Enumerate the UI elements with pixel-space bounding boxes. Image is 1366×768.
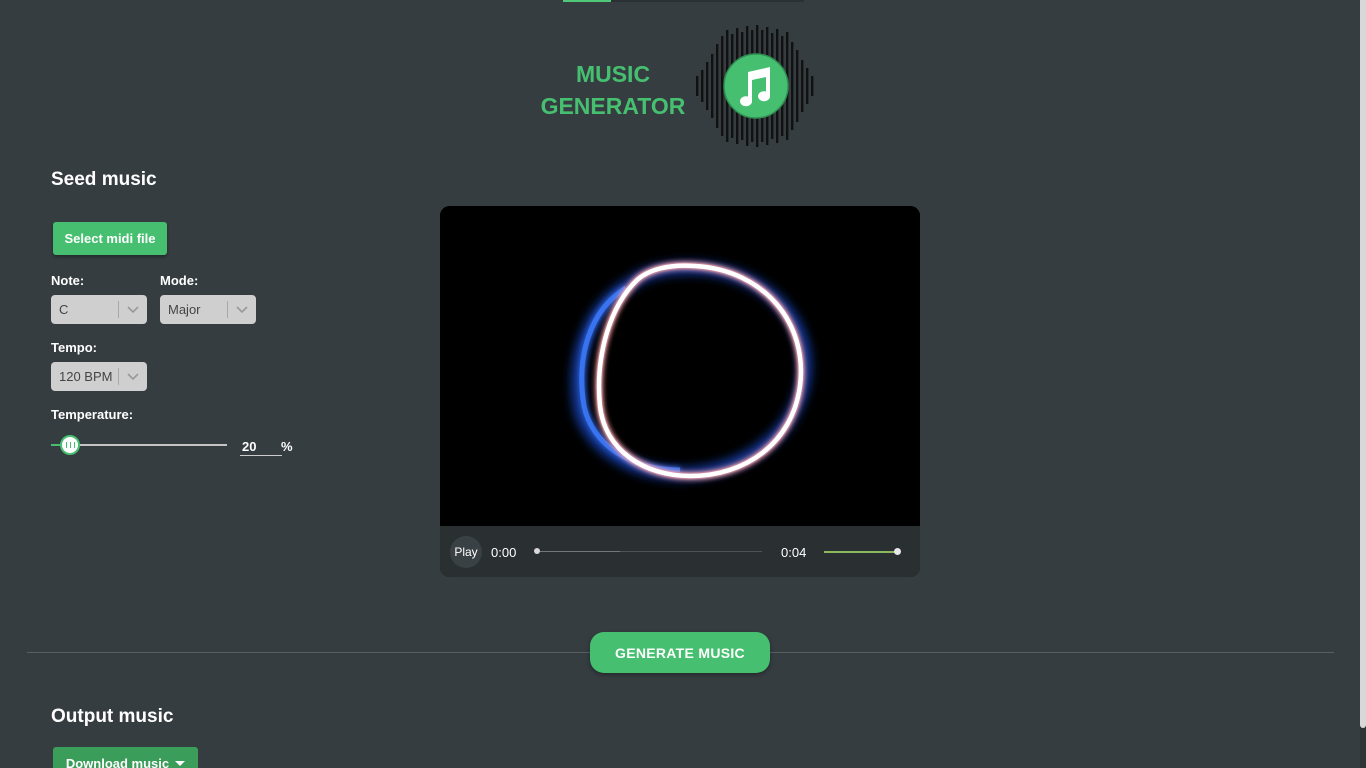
mode-label: Mode: (160, 273, 199, 288)
seed-music-title: Seed music (51, 169, 157, 190)
temperature-unit: % (281, 439, 293, 454)
player-controls: Play 0:00 0:04 (440, 526, 920, 577)
download-music-button[interactable]: Download music (53, 747, 198, 768)
scrollbar-thumb[interactable] (1360, 0, 1366, 728)
scrollbar[interactable] (1360, 0, 1366, 768)
seek-buffer (536, 551, 620, 552)
generate-music-button[interactable]: GENERATE MUSIC (590, 632, 770, 673)
chevron-down-icon (119, 305, 147, 314)
top-tab-strip (563, 0, 804, 2)
grip-icon (65, 442, 75, 448)
volume-thumb[interactable] (894, 548, 901, 555)
volume-slider[interactable] (824, 551, 898, 553)
app-logo-text: MUSIC GENERATOR (528, 58, 698, 122)
seek-bar[interactable] (536, 551, 762, 552)
current-time: 0:00 (491, 545, 517, 560)
seek-thumb[interactable] (534, 548, 540, 554)
tempo-label: Tempo: (51, 340, 97, 355)
audio-visualizer (440, 206, 920, 526)
note-select-value: C (59, 302, 69, 317)
note-select[interactable]: C (51, 295, 147, 324)
select-midi-file-button[interactable]: Select midi file (53, 222, 167, 255)
temperature-label: Temperature: (51, 407, 134, 422)
music-generator-page: MUSIC GENERATOR Seed music Select midi f… (0, 0, 1366, 768)
play-button[interactable]: Play (450, 536, 482, 568)
logo-line-1: MUSIC (575, 61, 651, 87)
note-label: Note: (51, 273, 85, 288)
tempo-select[interactable]: 120 BPM (51, 362, 147, 391)
chevron-down-icon (228, 305, 256, 314)
caret-down-icon (175, 760, 186, 766)
duration-time: 0:04 (781, 545, 807, 560)
temperature-slider-thumb[interactable] (60, 435, 80, 455)
output-music-title: Output music (51, 706, 174, 727)
audio-visualizer-player: Play 0:00 0:04 (440, 206, 920, 577)
chevron-down-icon (119, 372, 147, 381)
tempo-select-value: 120 BPM (59, 369, 113, 384)
temperature-input[interactable] (240, 437, 282, 456)
download-music-label: Download music (65, 755, 170, 768)
mode-select-value: Major (168, 302, 201, 317)
music-note-icon (696, 25, 814, 147)
mode-select[interactable]: Major (160, 295, 256, 324)
active-tab-indicator (563, 0, 611, 2)
logo-line-2: GENERATOR (540, 93, 686, 119)
